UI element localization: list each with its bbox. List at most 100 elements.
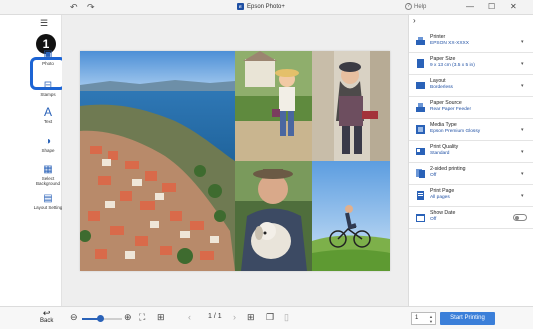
grid-icon[interactable]: ⊞ (157, 312, 165, 322)
page-indicator: 1 / 1 (208, 313, 222, 320)
print-quality-icon (416, 148, 425, 155)
setting-paper-size[interactable]: Paper Size 9 x 13 cm (3.5 x 5 in) ▾ (409, 53, 533, 75)
setting-show-date-label: Show Date (430, 210, 456, 216)
text-icon: A (43, 105, 52, 119)
zoom-out-icon[interactable]: ⊖ (70, 312, 78, 322)
stamp-icon: ⊟ (43, 80, 53, 91)
duplicate-page-icon[interactable]: ❐ (266, 312, 274, 322)
next-page-icon[interactable]: › (233, 312, 236, 322)
photo-girl-with-hat[interactable] (312, 51, 390, 161)
setting-media-type-value: Epson Premium Glossy (430, 129, 481, 134)
left-toolbar: ☰ 1 ▣ Photo ⊟ Stamps A Text ◑ Shape ▦ Se… (0, 15, 66, 306)
tool-stamps-label: Stamps (40, 92, 56, 97)
setting-paper-source[interactable]: Paper Source Rear Paper Feeder (409, 97, 533, 119)
setting-layout-value: Borderless (430, 85, 453, 90)
setting-print-quality-label: Print Quality (430, 144, 459, 150)
show-date-toggle[interactable] (513, 214, 527, 221)
setting-print-page-value: All pages (430, 195, 450, 200)
setting-printer-value: EPSON XX-XXXX (430, 41, 469, 46)
photo-child-in-garden[interactable] (235, 51, 312, 161)
setting-2-sided-printing-label: 2-sided printing (430, 166, 466, 172)
photo-cyclist[interactable] (312, 161, 390, 271)
setting-paper-size-label: Paper Size (430, 56, 456, 62)
setting-print-quality[interactable]: Print Quality Standard ▾ (409, 141, 533, 163)
chevron-down-icon: ▾ (521, 61, 524, 67)
bottom-bar: ↩ Back ⊖ ⊕ ⛶ ⊞ ‹ 1 / 1 › ⊞ ❐ ▯ 1 ▲ ▼ Star… (0, 306, 533, 329)
maximize-icon[interactable]: ☐ (488, 2, 495, 12)
photo-man-with-dog[interactable] (235, 161, 312, 271)
copies-input[interactable]: 1 ▲ ▼ (411, 312, 436, 325)
setting-layout-label: Layout (430, 78, 446, 84)
setting-print-quality-value: Standard (430, 151, 450, 156)
setting-print-page-label: Print Page (430, 188, 455, 194)
setting-layout[interactable]: Layout Borderless ▾ (409, 75, 533, 97)
tool-select-background-label: Select Background (35, 176, 61, 186)
chevron-down-icon: ▾ (521, 83, 524, 89)
help-label: Help (414, 3, 427, 10)
app-title-text: Epson Photo+ (247, 3, 285, 10)
zoom-slider-knob[interactable] (96, 315, 104, 322)
app-title: E Epson Photo+ (237, 3, 285, 10)
layout-icon: ▤ (43, 193, 53, 204)
tool-text-label: Text (43, 119, 53, 124)
chevron-down-icon: ▾ (521, 39, 524, 45)
tool-stamps[interactable]: ⊟ Stamps (32, 80, 64, 97)
setting-paper-size-value: 9 x 13 cm (3.5 x 5 in) (430, 63, 475, 68)
back-arrow-icon: ↩ (42, 308, 51, 318)
chevron-down-icon: ▾ (521, 149, 524, 155)
back-button[interactable]: ↩ Back (40, 308, 53, 325)
help-icon: ? (405, 3, 412, 10)
setting-show-date-value: Off (430, 217, 437, 222)
zoom-in-icon[interactable]: ⊕ (124, 312, 132, 322)
shape-icon: ◑ (44, 136, 52, 147)
app-logo-icon: E (237, 3, 244, 10)
tool-shape-label: Shape (41, 148, 55, 153)
chevron-down-icon: ▾ (521, 127, 524, 133)
setting-printer[interactable]: Printer EPSON XX-XXXX ▾ (409, 31, 533, 53)
setting-show-date[interactable]: Show Date Off (409, 207, 533, 229)
title-bar: ↶ ↷ E Epson Photo+ ? Help — ☐ ✕ (0, 0, 533, 15)
print-preview-paper (80, 51, 390, 271)
setting-paper-source-value: Rear Paper Feeder (430, 107, 472, 112)
photo-add-icon: ▣ (43, 49, 53, 60)
delete-page-icon[interactable]: ▯ (284, 312, 289, 322)
paper-source-icon (416, 103, 425, 112)
tool-layout-setting-label: Layout Setting (33, 205, 63, 210)
tool-layout-setting[interactable]: ▤ Layout Setting (32, 193, 64, 210)
hamburger-menu-icon[interactable]: ☰ (40, 18, 48, 29)
copies-spinner-icon[interactable]: ▲ ▼ (429, 314, 433, 324)
calendar-icon (416, 214, 425, 222)
setting-media-type[interactable]: Media Type Epson Premium Glossy ▾ (409, 119, 533, 141)
tool-shape[interactable]: ◑ Shape (32, 136, 64, 153)
fit-to-screen-icon[interactable]: ⛶ (139, 312, 145, 322)
collapse-panel-icon[interactable]: › (413, 16, 416, 25)
undo-icon[interactable]: ↶ (70, 2, 78, 12)
photo-coastal-town[interactable] (80, 51, 235, 271)
settings-panel: › Printer EPSON XX-XXXX ▾ Paper Size 9 x… (408, 15, 533, 306)
paper-size-icon (417, 59, 424, 68)
setting-print-page[interactable]: Print Page All pages ▾ (409, 185, 533, 207)
start-printing-button[interactable]: Start Printing (440, 312, 495, 325)
close-icon[interactable]: ✕ (510, 2, 517, 12)
chevron-down-icon: ▾ (521, 171, 524, 177)
minimize-icon[interactable]: — (466, 2, 474, 12)
print-page-icon (417, 191, 424, 200)
tool-photo[interactable]: ▣ Photo (32, 49, 64, 66)
background-icon: ▦ (43, 164, 53, 175)
layout-icon (416, 82, 425, 89)
redo-icon[interactable]: ↷ (87, 2, 95, 12)
setting-paper-source-label: Paper Source (430, 100, 462, 106)
help-button[interactable]: ? Help (405, 3, 426, 10)
printer-icon (416, 37, 425, 45)
tool-text[interactable]: A Text (32, 105, 64, 124)
media-type-icon (416, 125, 425, 134)
copies-value: 1 (415, 315, 419, 321)
setting-media-type-label: Media Type (430, 122, 457, 128)
add-page-icon[interactable]: ⊞ (247, 312, 255, 322)
chevron-down-icon: ▾ (521, 193, 524, 199)
previous-page-icon[interactable]: ‹ (188, 312, 191, 322)
setting-2-sided-printing-value: Off (430, 173, 437, 178)
setting-2-sided-printing[interactable]: 2-sided printing Off ▾ (409, 163, 533, 185)
setting-printer-label: Printer (430, 34, 446, 40)
tool-select-background[interactable]: ▦ Select Background (32, 164, 64, 186)
